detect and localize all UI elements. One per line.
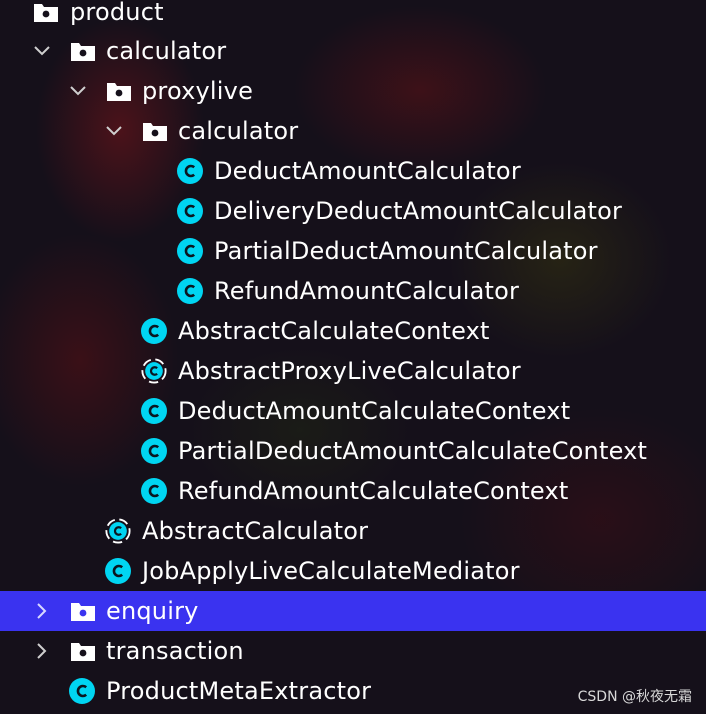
tree-row-abstract-calculate-context[interactable]: AbstractCalculateContext	[0, 311, 706, 351]
tree-row-partial-deduct-amount-calculate-context[interactable]: PartialDeductAmountCalculateContext	[0, 431, 706, 471]
tree-row-job-apply-live-calculate-mediator[interactable]: JobApplyLiveCalculateMediator	[0, 551, 706, 591]
tree-row-abstract-proxy-live-calculator[interactable]: AbstractProxyLiveCalculator	[0, 351, 706, 391]
tree-row-product[interactable]: product	[0, 0, 706, 32]
folder-icon	[106, 78, 132, 104]
tree-item-label: RefundAmountCalculator	[214, 277, 520, 305]
watermark: CSDN @秋夜无霜	[577, 689, 692, 705]
class-icon	[69, 678, 95, 704]
project-tree: product calculator proxylive calculator	[0, 0, 706, 714]
class-icon	[141, 478, 167, 504]
tree-item-label: proxylive	[142, 77, 254, 105]
tree-row-abstract-calculator[interactable]: AbstractCalculator	[0, 511, 706, 551]
tree-row-proxylive[interactable]: proxylive	[0, 71, 706, 111]
tree-item-label: DeductAmountCalculator	[214, 157, 521, 185]
abstract-class-icon	[141, 358, 167, 384]
class-icon	[141, 318, 167, 344]
tree-item-label: calculator	[106, 37, 227, 65]
tree-row-delivery-deduct-amount-calculator[interactable]: DeliveryDeductAmountCalculator	[0, 191, 706, 231]
tree-item-label: AbstractCalculator	[142, 517, 369, 545]
class-icon	[177, 238, 203, 264]
tree-item-label: AbstractCalculateContext	[178, 317, 490, 345]
tree-row-transaction[interactable]: transaction	[0, 631, 706, 671]
tree-row-calculator[interactable]: calculator	[0, 31, 706, 71]
folder-icon	[142, 118, 168, 144]
tree-row-calculator-nested[interactable]: calculator	[0, 111, 706, 151]
class-icon	[177, 158, 203, 184]
tree-item-label: PartialDeductAmountCalculator	[214, 237, 598, 265]
tree-item-label: AbstractProxyLiveCalculator	[178, 357, 521, 385]
class-icon	[105, 558, 131, 584]
folder-icon	[70, 598, 96, 624]
tree-item-label: enquiry	[106, 597, 199, 625]
abstract-class-icon	[105, 518, 131, 544]
chevron-down-icon[interactable]	[68, 81, 88, 101]
tree-item-label: DeliveryDeductAmountCalculator	[214, 197, 623, 225]
chevron-right-icon[interactable]	[32, 641, 52, 661]
tree-item-label: DeductAmountCalculateContext	[178, 397, 571, 425]
folder-icon	[70, 638, 96, 664]
folder-icon	[33, 0, 59, 25]
tree-row-refund-amount-calculate-context[interactable]: RefundAmountCalculateContext	[0, 471, 706, 511]
class-icon	[141, 438, 167, 464]
tree-row-refund-amount-calculator[interactable]: RefundAmountCalculator	[0, 271, 706, 311]
class-icon	[177, 198, 203, 224]
tree-item-label: product	[70, 0, 164, 26]
tree-row-enquiry[interactable]: enquiry	[0, 591, 706, 631]
folder-icon	[70, 38, 96, 64]
tree-row-deduct-amount-calculate-context[interactable]: DeductAmountCalculateContext	[0, 391, 706, 431]
tree-item-label: calculator	[178, 117, 299, 145]
tree-row-partial-deduct-amount-calculator[interactable]: PartialDeductAmountCalculator	[0, 231, 706, 271]
tree-item-label: transaction	[106, 637, 244, 665]
chevron-down-icon[interactable]	[32, 41, 52, 61]
chevron-down-icon[interactable]	[104, 121, 124, 141]
tree-item-label: RefundAmountCalculateContext	[178, 477, 569, 505]
class-icon	[177, 278, 203, 304]
tree-item-label: ProductMetaExtractor	[106, 677, 372, 705]
tree-item-label: JobApplyLiveCalculateMediator	[142, 557, 520, 585]
chevron-right-icon[interactable]	[32, 601, 52, 621]
class-icon	[141, 398, 167, 424]
tree-row-deduct-amount-calculator[interactable]: DeductAmountCalculator	[0, 151, 706, 191]
tree-item-label: PartialDeductAmountCalculateContext	[178, 437, 648, 465]
